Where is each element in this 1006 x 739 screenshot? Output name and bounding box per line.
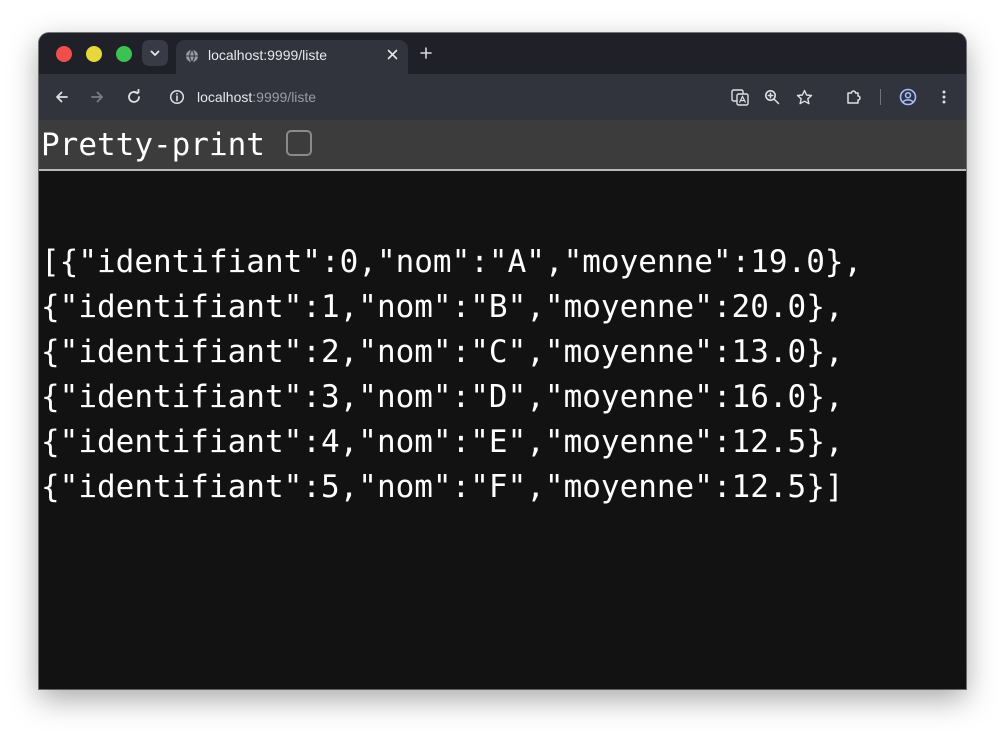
menu-button[interactable]: [934, 87, 954, 107]
page-content: Pretty-print [{"identifiant":0,"nom":"A"…: [39, 120, 966, 689]
address-bar[interactable]: localhost:9999/liste: [159, 81, 719, 113]
json-line: {"identifiant":2,"nom":"C","moyenne":13.…: [41, 334, 844, 370]
json-line: {"identifiant":5,"nom":"F","moyenne":12.…: [41, 469, 844, 505]
translate-icon: [731, 89, 749, 106]
profile-button[interactable]: [898, 87, 918, 107]
pretty-print-label: Pretty-print: [41, 127, 265, 163]
profile-icon: [899, 88, 917, 106]
url-path: :9999/liste: [252, 89, 317, 105]
browser-window: localhost:9999/liste localhost:9999/list…: [39, 33, 966, 689]
new-tab-button[interactable]: [420, 42, 432, 64]
toolbar: localhost:9999/liste: [39, 74, 966, 120]
back-button[interactable]: [52, 87, 72, 107]
reload-icon: [128, 89, 140, 103]
zoom-icon: [765, 90, 780, 105]
tab-title: localhost:9999/liste: [208, 47, 328, 63]
bookmark-button[interactable]: [794, 87, 814, 107]
star-icon: [796, 89, 812, 104]
json-line: {"identifiant":4,"nom":"E","moyenne":12.…: [41, 424, 844, 460]
json-body: [{"identifiant":0,"nom":"A","moyenne":19…: [41, 240, 862, 510]
chevron-down-icon: [150, 50, 160, 56]
toolbar-divider: [880, 89, 881, 105]
json-line: {"identifiant":3,"nom":"D","moyenne":16.…: [41, 379, 844, 415]
reload-button[interactable]: [124, 87, 144, 107]
arrow-right-icon: [91, 91, 103, 103]
translate-button[interactable]: [730, 87, 750, 107]
arrow-left-icon: [56, 91, 68, 103]
tab-active[interactable]: localhost:9999/liste: [176, 40, 408, 74]
close-icon[interactable]: [387, 45, 398, 64]
maximize-window-button[interactable]: [116, 46, 132, 62]
pretty-print-bar: Pretty-print: [39, 120, 966, 171]
pretty-print-checkbox[interactable]: [286, 130, 312, 156]
json-line: {"identifiant":1,"nom":"B","moyenne":20.…: [41, 289, 844, 325]
globe-icon: [186, 49, 198, 63]
info-icon[interactable]: [169, 89, 185, 105]
close-window-button[interactable]: [56, 46, 72, 62]
zoom-button[interactable]: [762, 87, 782, 107]
url-text: localhost:9999/liste: [197, 89, 316, 105]
plus-icon: [420, 47, 432, 59]
minimize-window-button[interactable]: [86, 46, 102, 62]
tab-strip: localhost:9999/liste: [39, 33, 966, 74]
url-host: localhost: [197, 89, 253, 105]
json-line: [{"identifiant":0,"nom":"A","moyenne":19…: [41, 244, 863, 280]
forward-button[interactable]: [87, 87, 107, 107]
tab-search-button[interactable]: [142, 40, 168, 66]
puzzle-icon: [847, 90, 861, 104]
extensions-button[interactable]: [844, 87, 864, 107]
kebab-menu-icon: [942, 90, 946, 104]
